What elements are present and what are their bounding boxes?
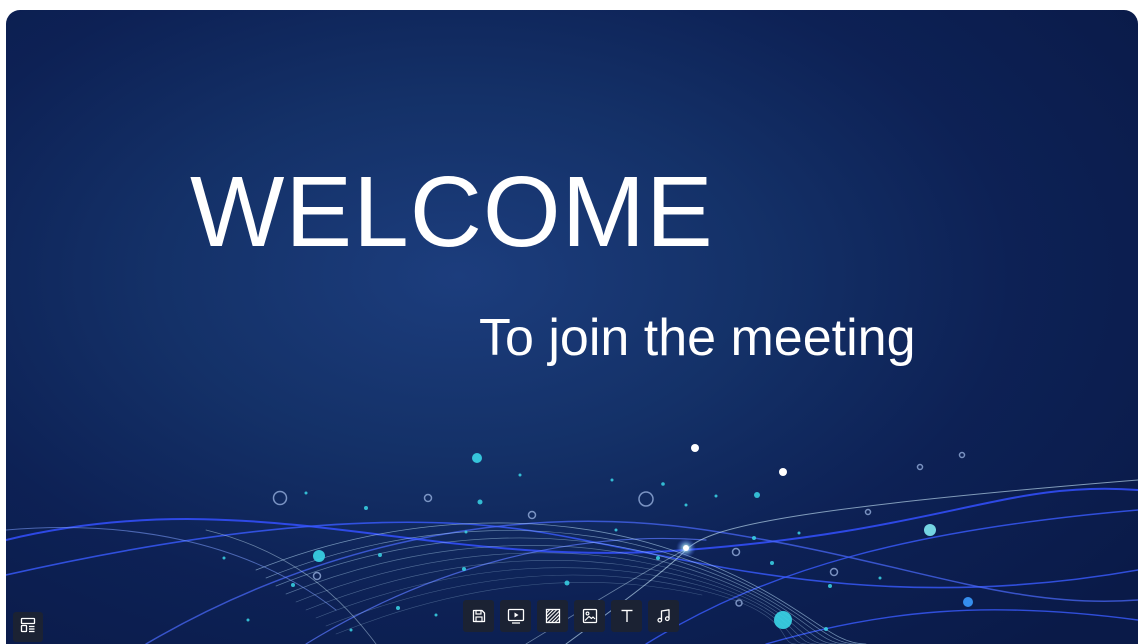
background-pattern-button[interactable] (537, 600, 568, 632)
image-icon (582, 608, 598, 624)
bottom-toolbar (463, 600, 679, 632)
save-button[interactable] (463, 600, 494, 632)
layout-button[interactable] (13, 612, 43, 642)
music-icon (656, 608, 672, 624)
slide-canvas: WELCOME To join the meeting (6, 10, 1138, 644)
slide-title: WELCOME (190, 156, 714, 268)
insert-text-button[interactable] (611, 600, 642, 632)
slide-subtitle: To join the meeting (479, 309, 916, 367)
background-pattern-icon (545, 608, 561, 624)
play-video-icon (507, 608, 525, 624)
insert-image-button[interactable] (574, 600, 605, 632)
layout-list-icon (20, 617, 36, 638)
insert-music-button[interactable] (648, 600, 679, 632)
text-icon (619, 608, 635, 624)
save-icon (471, 608, 487, 624)
play-video-button[interactable] (500, 600, 531, 632)
